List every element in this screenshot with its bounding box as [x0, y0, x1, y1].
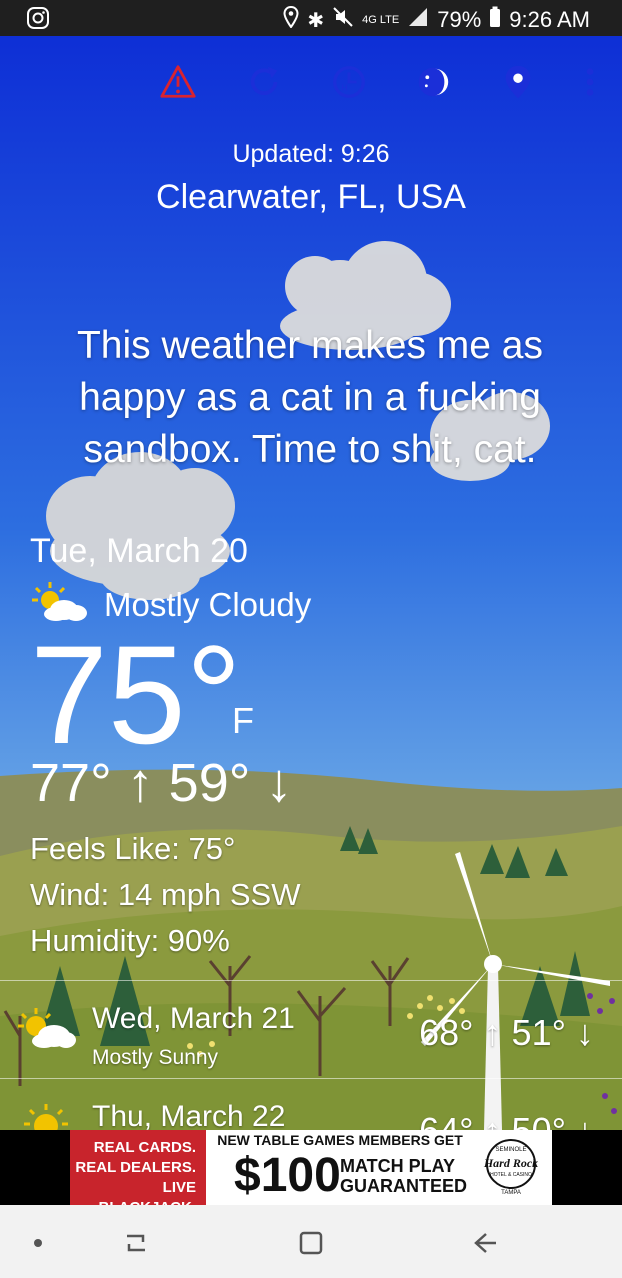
forecast-temps: 68° ↑ 51° ↓	[419, 1012, 594, 1053]
weather-quote: This weather makes me as happy as a cat …	[76, 324, 543, 471]
divider	[0, 1078, 622, 1079]
svg-text:TAMPA: TAMPA	[501, 1190, 521, 1196]
current-high-low: 77° ↑ 59° ↓	[30, 753, 293, 813]
ad-text: MATCH PLAY	[340, 1156, 456, 1176]
recent-apps-button[interactable]	[116, 1223, 156, 1263]
instagram-icon	[26, 6, 50, 35]
home-button[interactable]	[291, 1223, 331, 1263]
clock: 9:26 AM	[509, 7, 590, 32]
feels-like: Feels Like: 75°	[30, 831, 236, 866]
status-bar: ✱ 4G LTE 79% 9:26 AM	[0, 0, 622, 36]
ad-offer: NEW TABLE GAMES MEMBERS GET $100 MATCH P…	[210, 1132, 470, 1203]
toolbar: H	[0, 40, 622, 110]
ad-left-panel: REAL CARDS. REAL DEALERS. LIVE BLACKJACK…	[70, 1130, 206, 1216]
moon-phase-icon[interactable]	[413, 62, 453, 102]
navigation-bar	[0, 1205, 622, 1278]
ad-text: REAL DEALERS.	[75, 1159, 196, 1176]
location-title[interactable]: Clearwater, FL, USA	[0, 178, 622, 217]
battery-icon	[489, 6, 501, 34]
current-temperature: 75°	[30, 616, 242, 773]
mute-icon	[332, 6, 354, 34]
svg-text:HOTEL & CASINO: HOTEL & CASINO	[490, 1172, 532, 1178]
svg-text:H: H	[341, 83, 347, 93]
wind: Wind: 14 mph SSW	[30, 877, 301, 912]
svg-text:SEMINOLE: SEMINOLE	[495, 1147, 526, 1153]
ad-amount: $100	[234, 1149, 341, 1202]
refresh-icon[interactable]	[244, 62, 284, 102]
alert-icon[interactable]	[158, 62, 198, 102]
humidity: Humidity: 90%	[30, 923, 230, 958]
network-label: 4G LTE	[362, 14, 400, 26]
hard-rock-logo: SEMINOLE Hard Rock HOTEL & CASINO TAMPA	[476, 1138, 546, 1196]
divider	[0, 980, 622, 981]
history-icon[interactable]: H	[329, 62, 369, 102]
back-button[interactable]	[465, 1223, 505, 1263]
signal-icon	[407, 7, 429, 33]
dot-indicator-icon	[18, 1223, 58, 1263]
location-status-icon	[283, 5, 299, 34]
updated-time: Updated: 9:26	[232, 140, 390, 168]
ad-banner[interactable]: REAL CARDS. REAL DEALERS. LIVE BLACKJACK…	[0, 1130, 622, 1216]
weather-app: ✱ 4G LTE 79% 9:26 AM H Updated: 9:26 Cle…	[0, 0, 622, 1278]
current-details: Feels Like: 75° Wind: 14 mph SSW Humidit…	[30, 826, 300, 964]
battery-label: 79%	[437, 7, 482, 32]
ad-offer-text: MATCH PLAY GUARANTEED	[340, 1156, 467, 1196]
mostly-sunny-icon	[18, 1006, 78, 1055]
svg-text:Hard Rock: Hard Rock	[483, 1156, 538, 1170]
more-icon[interactable]	[570, 62, 610, 102]
forecast-date: Wed, March 21	[92, 1002, 295, 1035]
current-date: Tue, March 20	[30, 532, 248, 570]
ad-creative[interactable]: REAL CARDS. REAL DEALERS. LIVE BLACKJACK…	[70, 1130, 552, 1216]
ad-text: REAL CARDS.	[93, 1139, 196, 1156]
forecast-row[interactable]: Wed, March 21 Mostly Sunny 68° ↑ 51° ↓	[0, 982, 622, 1080]
forecast-condition: Mostly Sunny	[92, 1046, 219, 1069]
temperature-unit[interactable]: F	[232, 700, 254, 742]
location-icon[interactable]	[498, 62, 538, 102]
bluetooth-icon: ✱	[307, 9, 325, 32]
forecast-date: Thu, March 22	[92, 1100, 286, 1133]
ad-text: GUARANTEED	[340, 1176, 468, 1196]
ad-headline: NEW TABLE GAMES MEMBERS GET	[217, 1132, 463, 1148]
